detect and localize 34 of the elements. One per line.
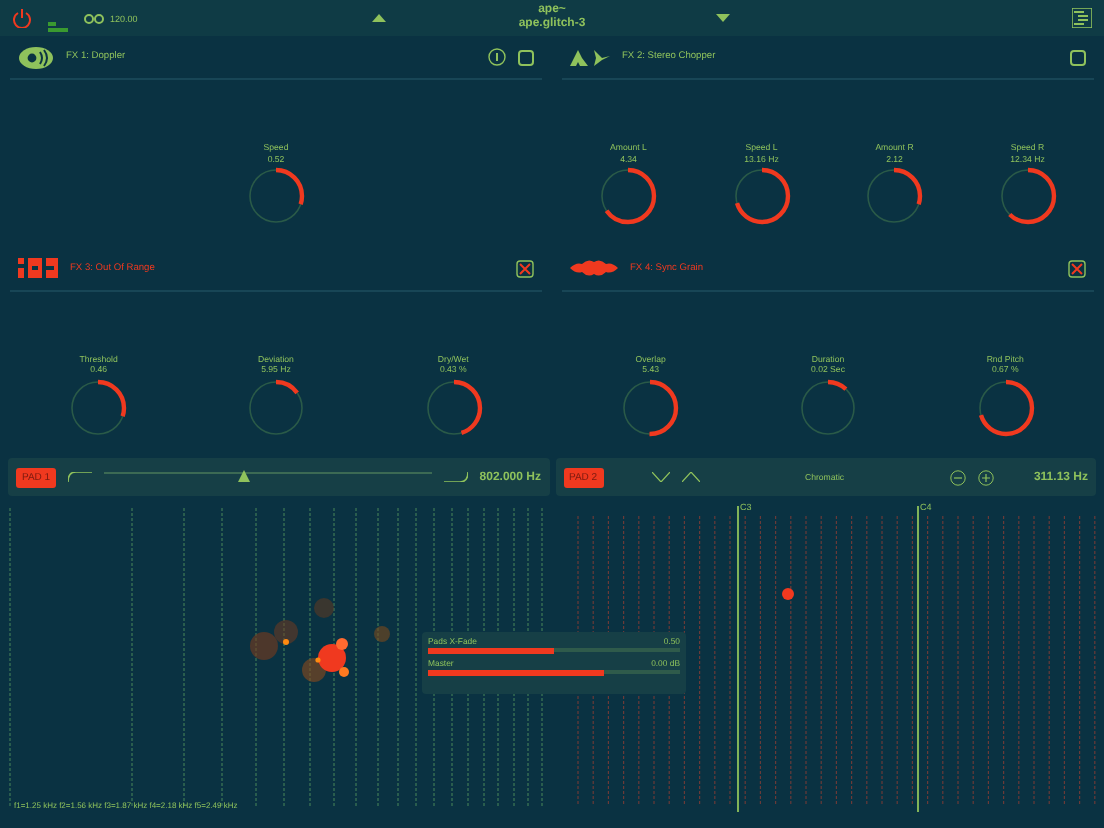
knob[interactable] [731,166,792,226]
waveform-icon [570,258,618,278]
blocks-icon [18,258,58,278]
knob[interactable] [997,166,1058,226]
knob[interactable] [246,166,306,226]
knob[interactable] [245,377,306,437]
arrows-icon [570,47,610,67]
knob[interactable] [797,377,858,437]
bypass-toggle[interactable] [1068,259,1086,277]
power-icon[interactable] [12,8,32,28]
down-arrow-icon[interactable] [716,14,730,22]
chevron-up-icon[interactable] [681,472,700,482]
bypass-toggle[interactable] [516,259,534,277]
bars-icon[interactable] [48,22,68,34]
chevron-down-icon[interactable] [651,472,670,482]
knob[interactable] [423,377,484,437]
knob[interactable] [598,166,659,226]
knob[interactable] [68,377,129,437]
knob[interactable] [620,377,681,437]
knob[interactable] [864,166,925,226]
info-icon[interactable] [488,48,506,66]
particle-drawing [250,598,390,682]
enable-toggle[interactable] [518,49,534,65]
touch-point[interactable] [782,588,794,600]
minus-icon[interactable] [949,469,966,485]
speaker-waves-icon [18,45,54,69]
link-icon[interactable] [84,13,104,23]
enable-toggle[interactable] [1070,49,1086,65]
low-cut-icon[interactable] [68,472,93,482]
plus-icon[interactable] [977,469,994,485]
knob[interactable] [975,377,1036,437]
high-cut-icon[interactable] [443,472,468,482]
list-icon[interactable] [1072,8,1092,28]
up-arrow-icon[interactable] [372,14,386,22]
